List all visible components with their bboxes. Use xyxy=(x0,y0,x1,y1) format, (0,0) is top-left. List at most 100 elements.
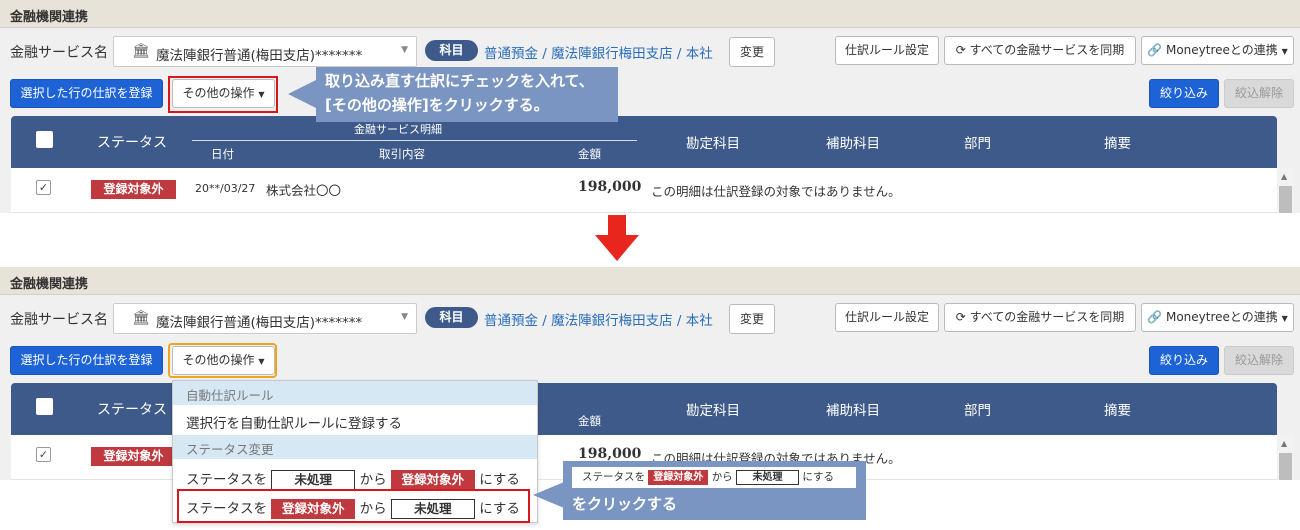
instruction-callout-bottom: ステータスを 登録対象外 から 未処理 にする をクリックする xyxy=(563,461,866,520)
menu-item-prefix: ステータスを xyxy=(186,472,267,488)
rule-settings-button[interactable]: 仕訳ルール設定 xyxy=(835,36,939,65)
menu-item-suffix: にする xyxy=(479,472,520,488)
menu-item-register-auto-rule[interactable]: 選択行を自動仕訳ルールに登録する xyxy=(173,407,537,435)
col-date: 日付 xyxy=(211,147,234,161)
service-select[interactable]: 🏛 魔法陣銀行普通(梅田支店)******* ▼ xyxy=(113,303,417,334)
service-select-value: 魔法陣銀行普通(梅田支店)******* xyxy=(156,315,363,331)
account-badge: 科目 xyxy=(425,40,478,61)
row-date: 20**/03/27 xyxy=(195,182,256,195)
filter-button[interactable]: 絞り込み xyxy=(1149,79,1219,108)
account-badge: 科目 xyxy=(425,307,478,328)
callout-line-2: [その他の操作]をクリックする。 xyxy=(325,96,549,114)
col-description: 取引内容 xyxy=(379,147,425,161)
link-icon: 🔗 xyxy=(1147,43,1163,57)
col-account: 勘定科目 xyxy=(686,136,740,152)
change-account-button[interactable]: 変更 xyxy=(729,304,775,334)
col-amount: 金額 xyxy=(578,147,601,161)
sync-all-button[interactable]: ⟳ すべての金融サービスを同期 xyxy=(944,36,1136,65)
col-department: 部門 xyxy=(964,136,991,152)
service-label: 金融サービス名 xyxy=(10,45,108,61)
caret-down-icon: ▼ xyxy=(1281,47,1288,56)
sync-icon: ⟳ xyxy=(955,310,966,324)
select-all-checkbox[interactable] xyxy=(36,131,53,148)
col-status: ステータス xyxy=(97,135,167,151)
rule-settings-button[interactable]: 仕訳ルール設定 xyxy=(835,303,939,332)
row-checkbox[interactable]: ✓ xyxy=(36,180,51,195)
register-selected-button[interactable]: 選択した行の仕訳を登録 xyxy=(10,79,163,108)
menu-section-status-change: ステータス変更 xyxy=(173,435,537,459)
callout-text: をクリックする xyxy=(572,495,678,513)
status-chip-unprocessed: 未処理 xyxy=(271,470,356,490)
highlight-menu-item xyxy=(177,489,530,523)
moneytree-button[interactable]: 🔗 Moneytreeとの連携 ▼ xyxy=(1141,36,1294,65)
moneytree-label: Moneytreeとの連携 xyxy=(1165,310,1278,324)
service-select[interactable]: 🏛 魔法陣銀行普通(梅田支店)******* ▼ xyxy=(113,36,417,67)
col-amount: 金額 xyxy=(578,414,601,428)
preview-chip-excluded: 登録対象外 xyxy=(648,469,709,485)
scroll-up-icon[interactable]: ▲ xyxy=(1281,439,1287,448)
account-link[interactable]: 普通預金 / 魔法陣銀行梅田支店 / 本社 xyxy=(484,42,713,62)
select-all-checkbox[interactable] xyxy=(36,398,53,415)
clear-filter-button[interactable]: 絞込解除 xyxy=(1224,346,1294,375)
highlight-other-actions xyxy=(168,76,278,113)
col-status: ステータス xyxy=(97,402,167,418)
status-chip-excluded: 登録対象外 xyxy=(390,470,475,490)
menu-item-mid: から xyxy=(359,472,387,488)
col-group-statement: 金融サービス明細 xyxy=(354,123,442,136)
section-title-bar: 金融機関連携 xyxy=(0,0,1300,28)
callout-pointer xyxy=(533,482,564,508)
status-badge: 登録対象外 xyxy=(91,180,176,199)
sync-icon: ⟳ xyxy=(955,43,966,57)
preview-prefix: ステータスを xyxy=(582,471,645,483)
section-title: 金融機関連携 xyxy=(10,10,89,25)
callout-line-1: 取り込み直す仕訳にチェックを入れて、 xyxy=(325,72,594,90)
sync-all-button[interactable]: ⟳ すべての金融サービスを同期 xyxy=(944,303,1136,332)
callout-pointer xyxy=(288,80,316,108)
section-title-bar: 金融機関連携 xyxy=(0,267,1300,295)
chevron-down-icon: ▼ xyxy=(401,312,408,322)
change-account-button[interactable]: 変更 xyxy=(729,37,775,67)
chevron-down-icon: ▼ xyxy=(401,45,408,55)
table-row[interactable]: ✓ 登録対象外 20**/03/27 株式会社〇〇 198,000 この明細は仕… xyxy=(11,168,1277,213)
menu-item-status-to-excluded[interactable]: ステータスを 未処理 から 登録対象外 にする xyxy=(173,463,537,491)
row-amount: 198,000 xyxy=(578,179,642,195)
register-selected-button[interactable]: 選択した行の仕訳を登録 xyxy=(10,346,163,375)
col-sub-account: 補助科目 xyxy=(826,136,880,152)
status-badge: 登録対象外 xyxy=(91,447,176,466)
moneytree-label: Moneytreeとの連携 xyxy=(1165,43,1278,57)
row-description: 株式会社〇〇 xyxy=(266,183,342,198)
row-amount: 198,000 xyxy=(578,446,642,462)
link-icon: 🔗 xyxy=(1147,310,1163,324)
sync-all-label: すべての金融サービスを同期 xyxy=(969,310,1125,324)
preview-suffix: にする xyxy=(802,471,834,483)
bank-icon: 🏛 xyxy=(132,43,150,59)
scrollbar-thumb[interactable] xyxy=(1279,186,1292,213)
service-select-value: 魔法陣銀行普通(梅田支店)******* xyxy=(156,48,363,64)
row-note: この明細は仕訳登録の対象ではありません。 xyxy=(651,184,901,199)
row-checkbox[interactable]: ✓ xyxy=(36,447,51,462)
sync-all-label: すべての金融サービスを同期 xyxy=(969,43,1125,57)
screen-before: 金融機関連携 金融サービス名 🏛 魔法陣銀行普通(梅田支店)******* ▼ … xyxy=(0,0,1300,213)
col-department: 部門 xyxy=(964,403,991,419)
service-label: 金融サービス名 xyxy=(10,312,108,328)
caret-down-icon: ▼ xyxy=(1281,314,1288,323)
section-title: 金融機関連携 xyxy=(10,277,89,292)
col-memo: 摘要 xyxy=(1104,403,1131,419)
moneytree-button[interactable]: 🔗 Moneytreeとの連携 ▼ xyxy=(1141,303,1294,332)
preview-mid: から xyxy=(711,471,733,483)
callout-menu-preview: ステータスを 登録対象外 から 未処理 にする xyxy=(572,467,856,488)
focus-ring-other-actions xyxy=(168,343,277,378)
col-memo: 摘要 xyxy=(1104,136,1131,152)
down-arrow-icon xyxy=(595,215,639,261)
scroll-up-icon[interactable]: ▲ xyxy=(1281,172,1287,181)
menu-section-auto-rule: 自動仕訳ルール xyxy=(173,381,537,405)
bank-icon: 🏛 xyxy=(132,310,150,326)
table-header: ステータス 金融サービス明細 日付 取引内容 金額 勘定科目 補助科目 部門 摘… xyxy=(11,116,1277,168)
filter-button[interactable]: 絞り込み xyxy=(1149,346,1219,375)
header-divider xyxy=(192,140,637,141)
col-account: 勘定科目 xyxy=(686,403,740,419)
clear-filter-button[interactable]: 絞込解除 xyxy=(1224,79,1294,108)
scrollbar-thumb[interactable] xyxy=(1279,453,1292,480)
account-link[interactable]: 普通預金 / 魔法陣銀行梅田支店 / 本社 xyxy=(484,309,713,329)
col-sub-account: 補助科目 xyxy=(826,403,880,419)
